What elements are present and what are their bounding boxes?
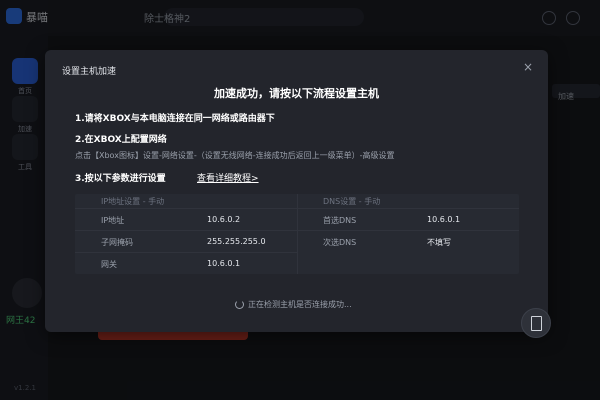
dialog-heading: 加速成功，请按以下流程设置主机	[214, 87, 379, 100]
ip-label: IP地址	[101, 216, 125, 225]
table-divider	[75, 208, 519, 209]
primary-dns-value: 10.6.0.1	[427, 215, 461, 224]
primary-dns-label: 首选DNS	[323, 216, 357, 225]
secondary-dns-label: 次选DNS	[323, 238, 357, 247]
ip-settings-header: IP地址设置 - 手动	[101, 197, 165, 206]
secondary-dns-value: 不填写	[427, 238, 451, 247]
dialog-title: 设置主机加速	[62, 67, 117, 77]
console-acceleration-dialog: 设置主机加速 × 加速成功，请按以下流程设置主机 1.请将XBOX与本电脑连接在…	[45, 50, 548, 332]
status-text: 正在检测主机是否连接成功...	[248, 300, 352, 309]
device-icon	[531, 316, 542, 331]
step-2-description: 点击【Xbox图标】设置-网络设置-（设置无线网络-连接成功后返回上一级菜单）-…	[75, 151, 395, 160]
table-divider	[75, 252, 297, 253]
table-divider	[297, 194, 298, 274]
gateway-value: 10.6.0.1	[207, 259, 241, 268]
dns-settings-header: DNS设置 - 手动	[323, 197, 381, 206]
network-settings-table: IP地址设置 - 手动 DNS设置 - 手动 IP地址 10.6.0.2 子网掩…	[75, 194, 519, 274]
connection-status: 正在检测主机是否连接成功...	[235, 299, 352, 310]
loading-spinner-icon	[235, 300, 244, 309]
step-3: 3.按以下参数进行设置	[75, 174, 166, 184]
device-button[interactable]	[521, 308, 551, 338]
tutorial-link[interactable]: 查看详细教程>	[197, 171, 259, 184]
subnet-value: 255.255.255.0	[207, 237, 266, 246]
ip-value: 10.6.0.2	[207, 215, 241, 224]
gateway-label: 网关	[101, 260, 117, 269]
close-icon[interactable]: ×	[520, 59, 536, 75]
step-2: 2.在XBOX上配置网络	[75, 135, 167, 145]
step-1: 1.请将XBOX与本电脑连接在同一网络或路由器下	[75, 114, 275, 124]
subnet-label: 子网掩码	[101, 238, 133, 247]
table-divider	[75, 230, 519, 231]
